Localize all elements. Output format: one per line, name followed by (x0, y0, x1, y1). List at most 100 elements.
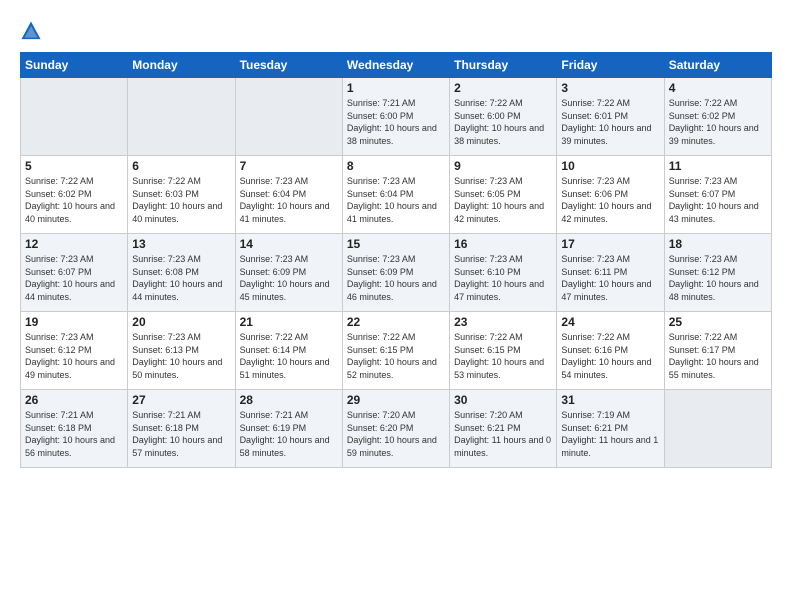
calendar-cell (128, 78, 235, 156)
day-number: 29 (347, 393, 445, 407)
day-info: Sunrise: 7:22 AMSunset: 6:00 PMDaylight:… (454, 97, 552, 147)
calendar-cell: 24 Sunrise: 7:22 AMSunset: 6:16 PMDayligh… (557, 312, 664, 390)
day-number: 17 (561, 237, 659, 251)
day-info: Sunrise: 7:23 AMSunset: 6:06 PMDaylight:… (561, 175, 659, 225)
day-info: Sunrise: 7:22 AMSunset: 6:02 PMDaylight:… (25, 175, 123, 225)
calendar-cell: 26 Sunrise: 7:21 AMSunset: 6:18 PMDayligh… (21, 390, 128, 468)
calendar-cell: 10 Sunrise: 7:23 AMSunset: 6:06 PMDayligh… (557, 156, 664, 234)
day-number: 30 (454, 393, 552, 407)
calendar-cell: 15 Sunrise: 7:23 AMSunset: 6:09 PMDayligh… (342, 234, 449, 312)
calendar-week-row: 12Sunrise: 7:23 AMSunset: 6:07 PMDayligh… (21, 234, 772, 312)
day-info: Sunrise: 7:23 AMSunset: 6:05 PMDaylight:… (454, 175, 552, 225)
day-number: 3 (561, 81, 659, 95)
day-number: 2 (454, 81, 552, 95)
day-info: Sunrise: 7:23 AMSunset: 6:10 PMDaylight:… (454, 253, 552, 303)
calendar-cell: 9 Sunrise: 7:23 AMSunset: 6:05 PMDaylight… (450, 156, 557, 234)
calendar-cell: 22 Sunrise: 7:22 AMSunset: 6:15 PMDayligh… (342, 312, 449, 390)
calendar-cell: 31Sunrise: 7:19 AMSunset: 6:21 PMDayligh… (557, 390, 664, 468)
day-info: Sunrise: 7:23 AMSunset: 6:12 PMDaylight:… (669, 253, 767, 303)
calendar-cell: 2 Sunrise: 7:22 AMSunset: 6:00 PMDaylight… (450, 78, 557, 156)
logo (20, 18, 46, 42)
day-info: Sunrise: 7:21 AMSunset: 6:18 PMDaylight:… (25, 409, 123, 459)
header (20, 18, 772, 42)
calendar-cell: 18Sunrise: 7:23 AMSunset: 6:12 PMDayligh… (664, 234, 771, 312)
day-info: Sunrise: 7:23 AMSunset: 6:07 PMDaylight:… (669, 175, 767, 225)
day-number: 14 (240, 237, 338, 251)
day-number: 28 (240, 393, 338, 407)
day-number: 22 (347, 315, 445, 329)
calendar-cell: 8 Sunrise: 7:23 AMSunset: 6:04 PMDaylight… (342, 156, 449, 234)
day-number: 15 (347, 237, 445, 251)
day-info: Sunrise: 7:22 AMSunset: 6:17 PMDaylight:… (669, 331, 767, 381)
day-info: Sunrise: 7:21 AMSunset: 6:19 PMDaylight:… (240, 409, 338, 459)
day-info: Sunrise: 7:22 AMSunset: 6:15 PMDaylight:… (454, 331, 552, 381)
calendar-cell: 30 Sunrise: 7:20 AMSunset: 6:21 PMDayligh… (450, 390, 557, 468)
calendar-week-row: 1Sunrise: 7:21 AMSunset: 6:00 PMDaylight… (21, 78, 772, 156)
day-number: 4 (669, 81, 767, 95)
calendar-cell: 23 Sunrise: 7:22 AMSunset: 6:15 PMDayligh… (450, 312, 557, 390)
day-number: 19 (25, 315, 123, 329)
day-number: 8 (347, 159, 445, 173)
day-info: Sunrise: 7:23 AMSunset: 6:04 PMDaylight:… (240, 175, 338, 225)
day-number: 9 (454, 159, 552, 173)
day-header: Saturday (664, 53, 771, 78)
day-info: Sunrise: 7:23 AMSunset: 6:13 PMDaylight:… (132, 331, 230, 381)
day-info: Sunrise: 7:21 AMSunset: 6:18 PMDaylight:… (132, 409, 230, 459)
day-info: Sunrise: 7:20 AMSunset: 6:21 PMDaylight:… (454, 409, 552, 459)
day-number: 24 (561, 315, 659, 329)
calendar-page: SundayMondayTuesdayWednesdayThursdayFrid… (0, 0, 792, 612)
day-header: Thursday (450, 53, 557, 78)
day-number: 27 (132, 393, 230, 407)
calendar-cell: 6Sunrise: 7:22 AMSunset: 6:03 PMDaylight… (128, 156, 235, 234)
day-header: Monday (128, 53, 235, 78)
day-info: Sunrise: 7:23 AMSunset: 6:12 PMDaylight:… (25, 331, 123, 381)
calendar-cell: 29 Sunrise: 7:20 AMSunset: 6:20 PMDayligh… (342, 390, 449, 468)
day-info: Sunrise: 7:23 AMSunset: 6:11 PMDaylight:… (561, 253, 659, 303)
day-info: Sunrise: 7:22 AMSunset: 6:15 PMDaylight:… (347, 331, 445, 381)
day-number: 13 (132, 237, 230, 251)
day-number: 1 (347, 81, 445, 95)
day-info: Sunrise: 7:22 AMSunset: 6:14 PMDaylight:… (240, 331, 338, 381)
calendar-cell: 4 Sunrise: 7:22 AMSunset: 6:02 PMDaylight… (664, 78, 771, 156)
calendar-table: SundayMondayTuesdayWednesdayThursdayFrid… (20, 52, 772, 468)
calendar-cell: 21 Sunrise: 7:22 AMSunset: 6:14 PMDayligh… (235, 312, 342, 390)
day-number: 21 (240, 315, 338, 329)
calendar-cell: 13 Sunrise: 7:23 AMSunset: 6:08 PMDayligh… (128, 234, 235, 312)
calendar-week-row: 19 Sunrise: 7:23 AMSunset: 6:12 PMDayligh… (21, 312, 772, 390)
day-number: 25 (669, 315, 767, 329)
day-header: Sunday (21, 53, 128, 78)
day-header: Friday (557, 53, 664, 78)
calendar-cell: 11Sunrise: 7:23 AMSunset: 6:07 PMDayligh… (664, 156, 771, 234)
calendar-cell (21, 78, 128, 156)
calendar-cell: 5 Sunrise: 7:22 AMSunset: 6:02 PMDaylight… (21, 156, 128, 234)
day-number: 20 (132, 315, 230, 329)
day-info: Sunrise: 7:23 AMSunset: 6:08 PMDaylight:… (132, 253, 230, 303)
day-number: 26 (25, 393, 123, 407)
day-info: Sunrise: 7:23 AMSunset: 6:04 PMDaylight:… (347, 175, 445, 225)
calendar-cell: 17 Sunrise: 7:23 AMSunset: 6:11 PMDayligh… (557, 234, 664, 312)
day-info: Sunrise: 7:20 AMSunset: 6:20 PMDaylight:… (347, 409, 445, 459)
day-number: 23 (454, 315, 552, 329)
day-header: Wednesday (342, 53, 449, 78)
day-info: Sunrise: 7:22 AMSunset: 6:16 PMDaylight:… (561, 331, 659, 381)
calendar-cell: 20 Sunrise: 7:23 AMSunset: 6:13 PMDayligh… (128, 312, 235, 390)
day-number: 16 (454, 237, 552, 251)
calendar-cell: 14Sunrise: 7:23 AMSunset: 6:09 PMDayligh… (235, 234, 342, 312)
day-info: Sunrise: 7:19 AMSunset: 6:21 PMDaylight:… (561, 409, 659, 459)
calendar-cell (235, 78, 342, 156)
day-info: Sunrise: 7:23 AMSunset: 6:07 PMDaylight:… (25, 253, 123, 303)
calendar-week-row: 26 Sunrise: 7:21 AMSunset: 6:18 PMDayligh… (21, 390, 772, 468)
calendar-cell: 19 Sunrise: 7:23 AMSunset: 6:12 PMDayligh… (21, 312, 128, 390)
day-number: 10 (561, 159, 659, 173)
day-number: 7 (240, 159, 338, 173)
day-info: Sunrise: 7:22 AMSunset: 6:03 PMDaylight:… (132, 175, 230, 225)
day-info: Sunrise: 7:23 AMSunset: 6:09 PMDaylight:… (347, 253, 445, 303)
calendar-cell (664, 390, 771, 468)
logo-icon (20, 20, 42, 42)
calendar-cell: 12Sunrise: 7:23 AMSunset: 6:07 PMDayligh… (21, 234, 128, 312)
calendar-cell: 7 Sunrise: 7:23 AMSunset: 6:04 PMDaylight… (235, 156, 342, 234)
day-number: 5 (25, 159, 123, 173)
day-info: Sunrise: 7:22 AMSunset: 6:02 PMDaylight:… (669, 97, 767, 147)
calendar-cell: 16 Sunrise: 7:23 AMSunset: 6:10 PMDayligh… (450, 234, 557, 312)
day-header: Tuesday (235, 53, 342, 78)
